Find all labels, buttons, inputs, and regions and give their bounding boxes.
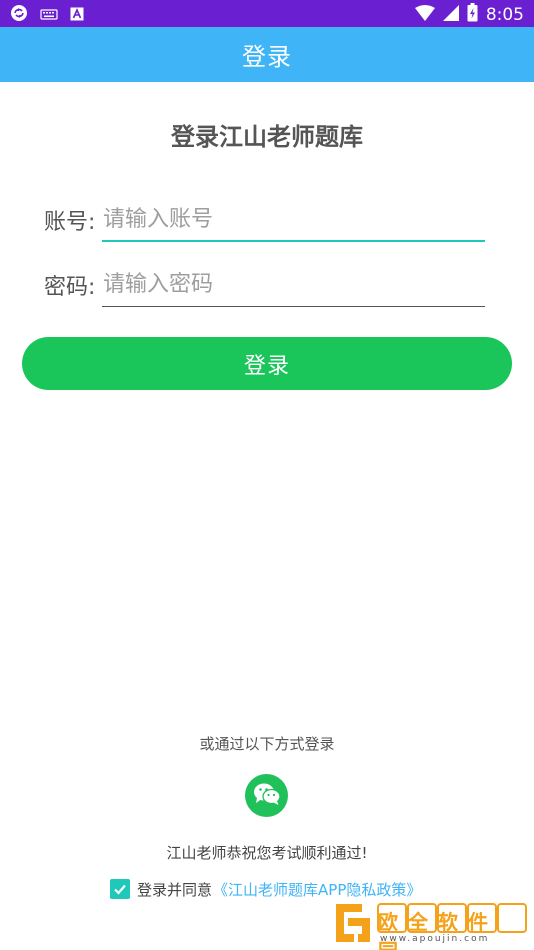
account-input[interactable] xyxy=(102,202,485,242)
agree-checkbox[interactable] xyxy=(110,879,130,899)
agreement-row: 登录并同意 《江山老师题库APP隐私政策》 xyxy=(110,878,421,900)
status-right: 8:05 xyxy=(414,3,524,26)
check-icon xyxy=(114,884,126,895)
page-title: 登录江山老师题库 xyxy=(171,123,363,151)
agree-text: 登录并同意 xyxy=(137,880,213,899)
wechat-login-button[interactable] xyxy=(245,774,288,817)
sync-icon xyxy=(10,4,28,26)
status-time: 8:05 xyxy=(485,4,524,25)
app-bar: 登录 xyxy=(0,27,534,82)
status-bar: 8:05 xyxy=(0,0,534,27)
password-label: 密码: xyxy=(44,275,96,300)
watermark-url: www.apoujin.com xyxy=(380,934,490,944)
status-left xyxy=(10,4,84,26)
font-a-icon xyxy=(70,6,84,25)
signal-icon xyxy=(442,4,459,25)
watermark-logo: 欧全软件园 www.apoujin.com xyxy=(332,898,528,950)
alt-login-label: 或通过以下方式登录 xyxy=(199,735,335,753)
privacy-policy-link[interactable]: 《江山老师题库APP隐私政策》 xyxy=(213,879,421,900)
login-button[interactable]: 登录 xyxy=(22,337,512,390)
app-bar-title: 登录 xyxy=(242,43,292,71)
account-label: 账号: xyxy=(44,210,96,235)
keyboard-icon xyxy=(40,6,58,25)
account-row: 账号: xyxy=(44,202,485,242)
wifi-icon xyxy=(414,4,435,25)
password-row: 密码: xyxy=(44,267,485,307)
wish-text: 江山老师恭祝您考试顺利通过! xyxy=(166,844,368,862)
login-screen: 8:05 登录 登录江山老师题库 账号: 密码: 登录 或通过以下方式登录 xyxy=(0,0,534,950)
password-input[interactable] xyxy=(102,267,485,307)
wechat-icon xyxy=(253,782,281,810)
battery-icon xyxy=(467,3,478,26)
